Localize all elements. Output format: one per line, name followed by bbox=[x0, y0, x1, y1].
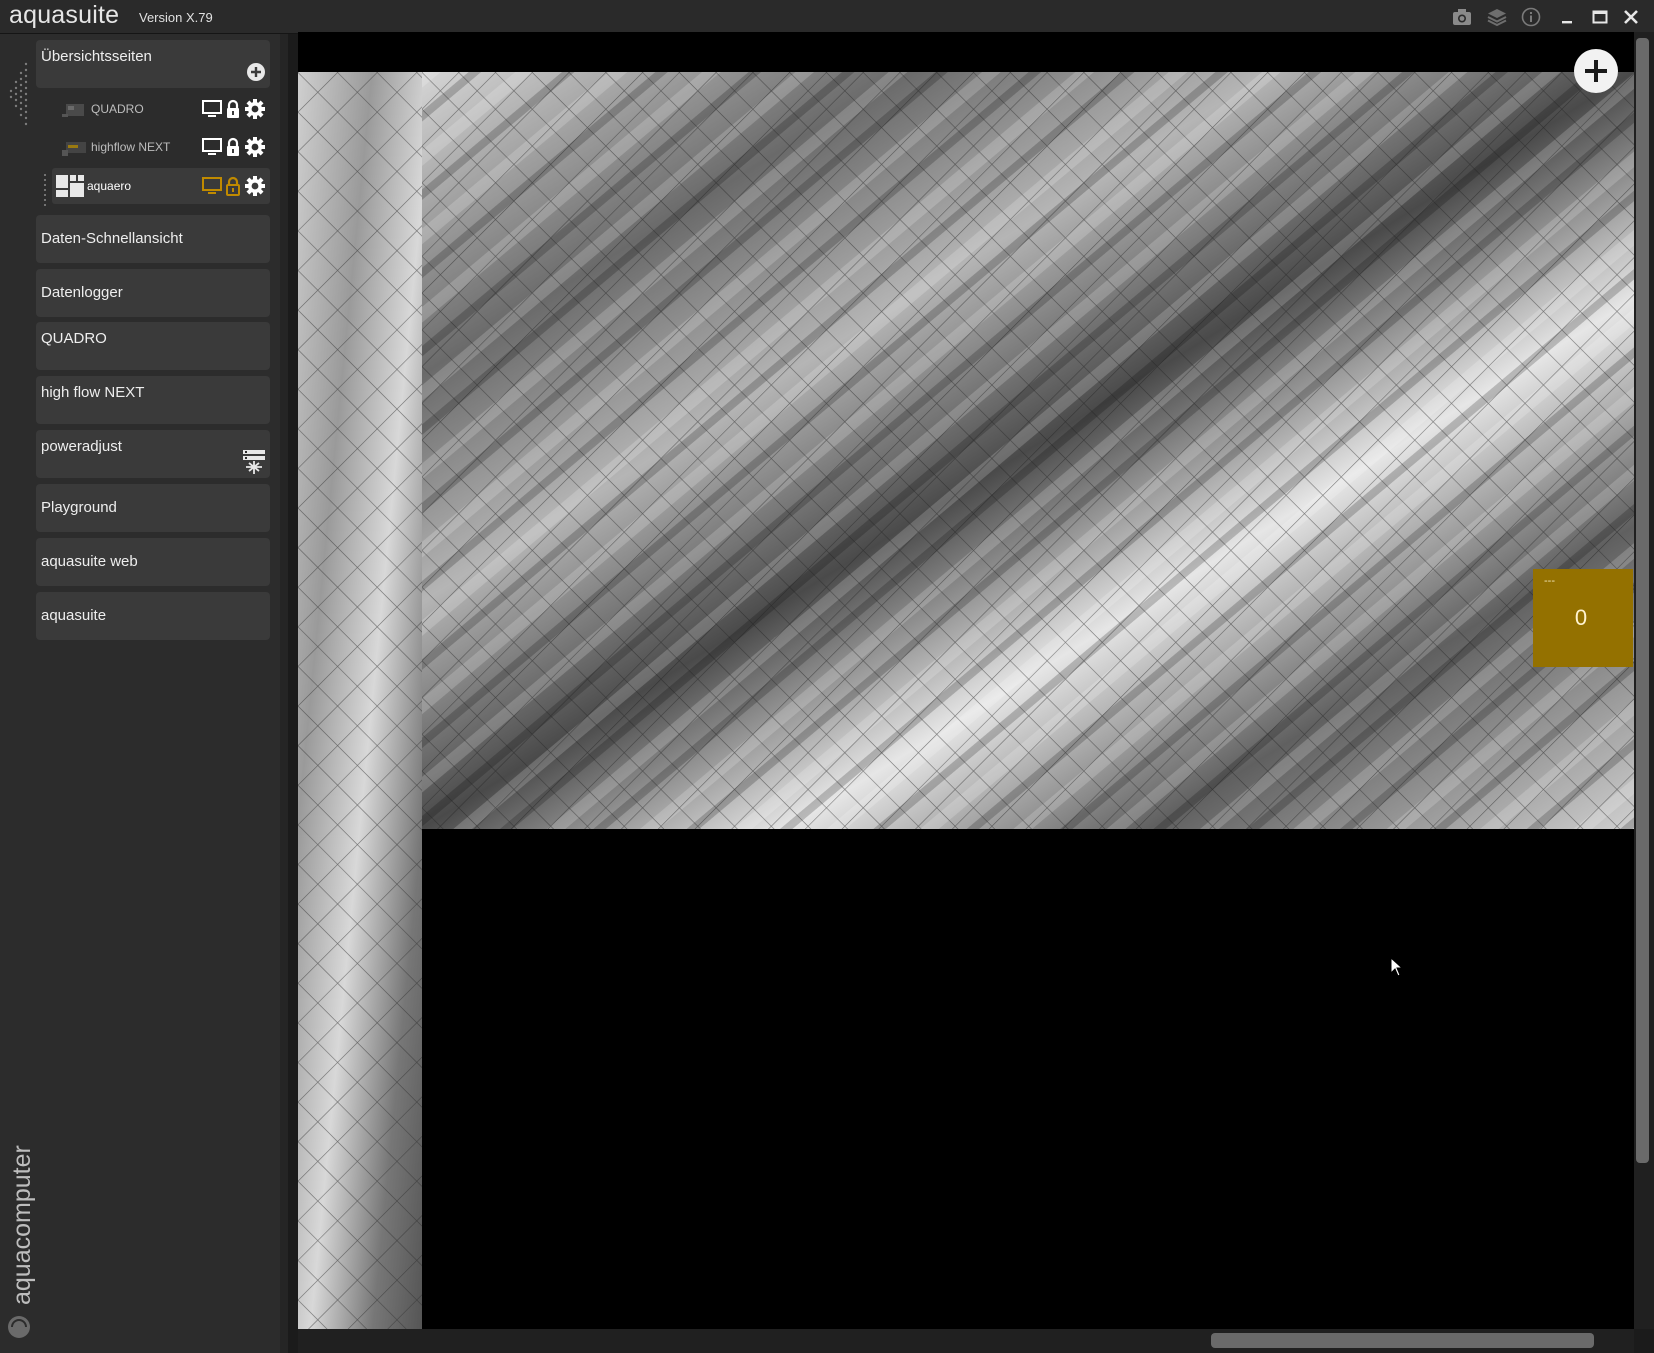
sidebar-section-label: Übersichtsseiten bbox=[41, 48, 152, 65]
sidebar-item-poweradjust[interactable]: poweradjust bbox=[36, 430, 270, 478]
add-page-icon[interactable] bbox=[246, 62, 266, 86]
sidebar-item-aquasuite-web[interactable]: aquasuite web bbox=[36, 538, 270, 586]
display-icon[interactable] bbox=[202, 138, 222, 161]
sidebar-item-label: high flow NEXT bbox=[41, 384, 145, 401]
tile-value: 0 bbox=[1574, 605, 1588, 630]
gear-icon[interactable] bbox=[244, 98, 266, 125]
page-label: aquaero bbox=[87, 179, 132, 193]
display-icon[interactable] bbox=[202, 177, 222, 200]
brand-logo: aquacomputer bbox=[6, 1100, 36, 1340]
page-thumbnail-icon bbox=[62, 104, 84, 117]
page-label: QUADRO bbox=[91, 102, 144, 116]
lock-icon[interactable] bbox=[225, 99, 241, 124]
drag-handle-icon[interactable] bbox=[42, 172, 48, 208]
gear-icon[interactable] bbox=[244, 175, 266, 202]
maximize-icon[interactable] bbox=[1589, 6, 1611, 28]
value-tile[interactable]: --- 0 bbox=[1533, 569, 1633, 667]
horizontal-scroll-thumb[interactable] bbox=[1211, 1333, 1594, 1348]
page-thumbnail-icon bbox=[56, 175, 84, 197]
sidebar-section-overview[interactable]: Übersichtsseiten bbox=[36, 40, 270, 88]
gear-icon[interactable] bbox=[244, 136, 266, 163]
overview-page-highflow-next[interactable]: highflow NEXT bbox=[56, 129, 270, 165]
sidebar-scrollbar[interactable] bbox=[280, 34, 288, 1353]
sidebar-item-label: Datenlogger bbox=[41, 284, 123, 301]
camera-icon[interactable] bbox=[1451, 6, 1473, 28]
sidebar-item-label: poweradjust bbox=[41, 438, 122, 455]
sidebar-item-high-flow-next[interactable]: high flow NEXT bbox=[36, 376, 270, 424]
sidebar-item-aquasuite[interactable]: aquasuite bbox=[36, 592, 270, 640]
background-image bbox=[422, 72, 1634, 829]
mouse-cursor-icon bbox=[1390, 957, 1404, 977]
sidebar-item-label: aquasuite web bbox=[41, 553, 138, 570]
overview-page-aquaero[interactable]: aquaero bbox=[52, 168, 270, 204]
sidebar-item-datenlogger[interactable]: Datenlogger bbox=[36, 269, 270, 317]
sidebar-item-label: Playground bbox=[41, 499, 117, 516]
vertical-scroll-thumb[interactable] bbox=[1636, 38, 1649, 1163]
unlock-icon[interactable] bbox=[225, 176, 241, 201]
page-label: highflow NEXT bbox=[91, 140, 171, 154]
tile-label: --- bbox=[1544, 575, 1555, 587]
overview-canvas[interactable] bbox=[298, 32, 1634, 1329]
collapse-grip-icon[interactable] bbox=[6, 60, 30, 130]
app-name: aquasuite bbox=[9, 1, 120, 29]
sidebar-item-quadro[interactable]: QUADRO bbox=[36, 322, 270, 370]
brand-wordmark: aquacomputer bbox=[8, 1145, 36, 1305]
page-thumbnail-icon bbox=[62, 142, 86, 156]
sidebar-item-label: QUADRO bbox=[41, 330, 107, 347]
sidebar-item-daten-schnellansicht[interactable]: Daten-Schnellansicht bbox=[36, 215, 270, 263]
add-element-button[interactable] bbox=[1574, 49, 1618, 93]
sidebar-item-label: aquasuite bbox=[41, 607, 107, 624]
title-bar: aquasuite Version X.79 bbox=[0, 0, 1654, 34]
overview-page-quadro[interactable]: QUADRO bbox=[56, 91, 270, 127]
info-icon[interactable] bbox=[1520, 6, 1542, 28]
device-network-icon bbox=[242, 449, 266, 479]
background-image bbox=[298, 72, 422, 1329]
sidebar-item-playground[interactable]: Playground bbox=[36, 484, 270, 532]
lock-icon[interactable] bbox=[225, 137, 241, 162]
sidebar-item-label: Daten-Schnellansicht bbox=[41, 230, 183, 247]
close-icon[interactable] bbox=[1620, 6, 1642, 28]
app-version: Version X.79 bbox=[139, 10, 213, 25]
layers-icon[interactable] bbox=[1486, 6, 1508, 28]
minimize-icon[interactable] bbox=[1556, 6, 1578, 28]
display-icon[interactable] bbox=[202, 100, 222, 123]
